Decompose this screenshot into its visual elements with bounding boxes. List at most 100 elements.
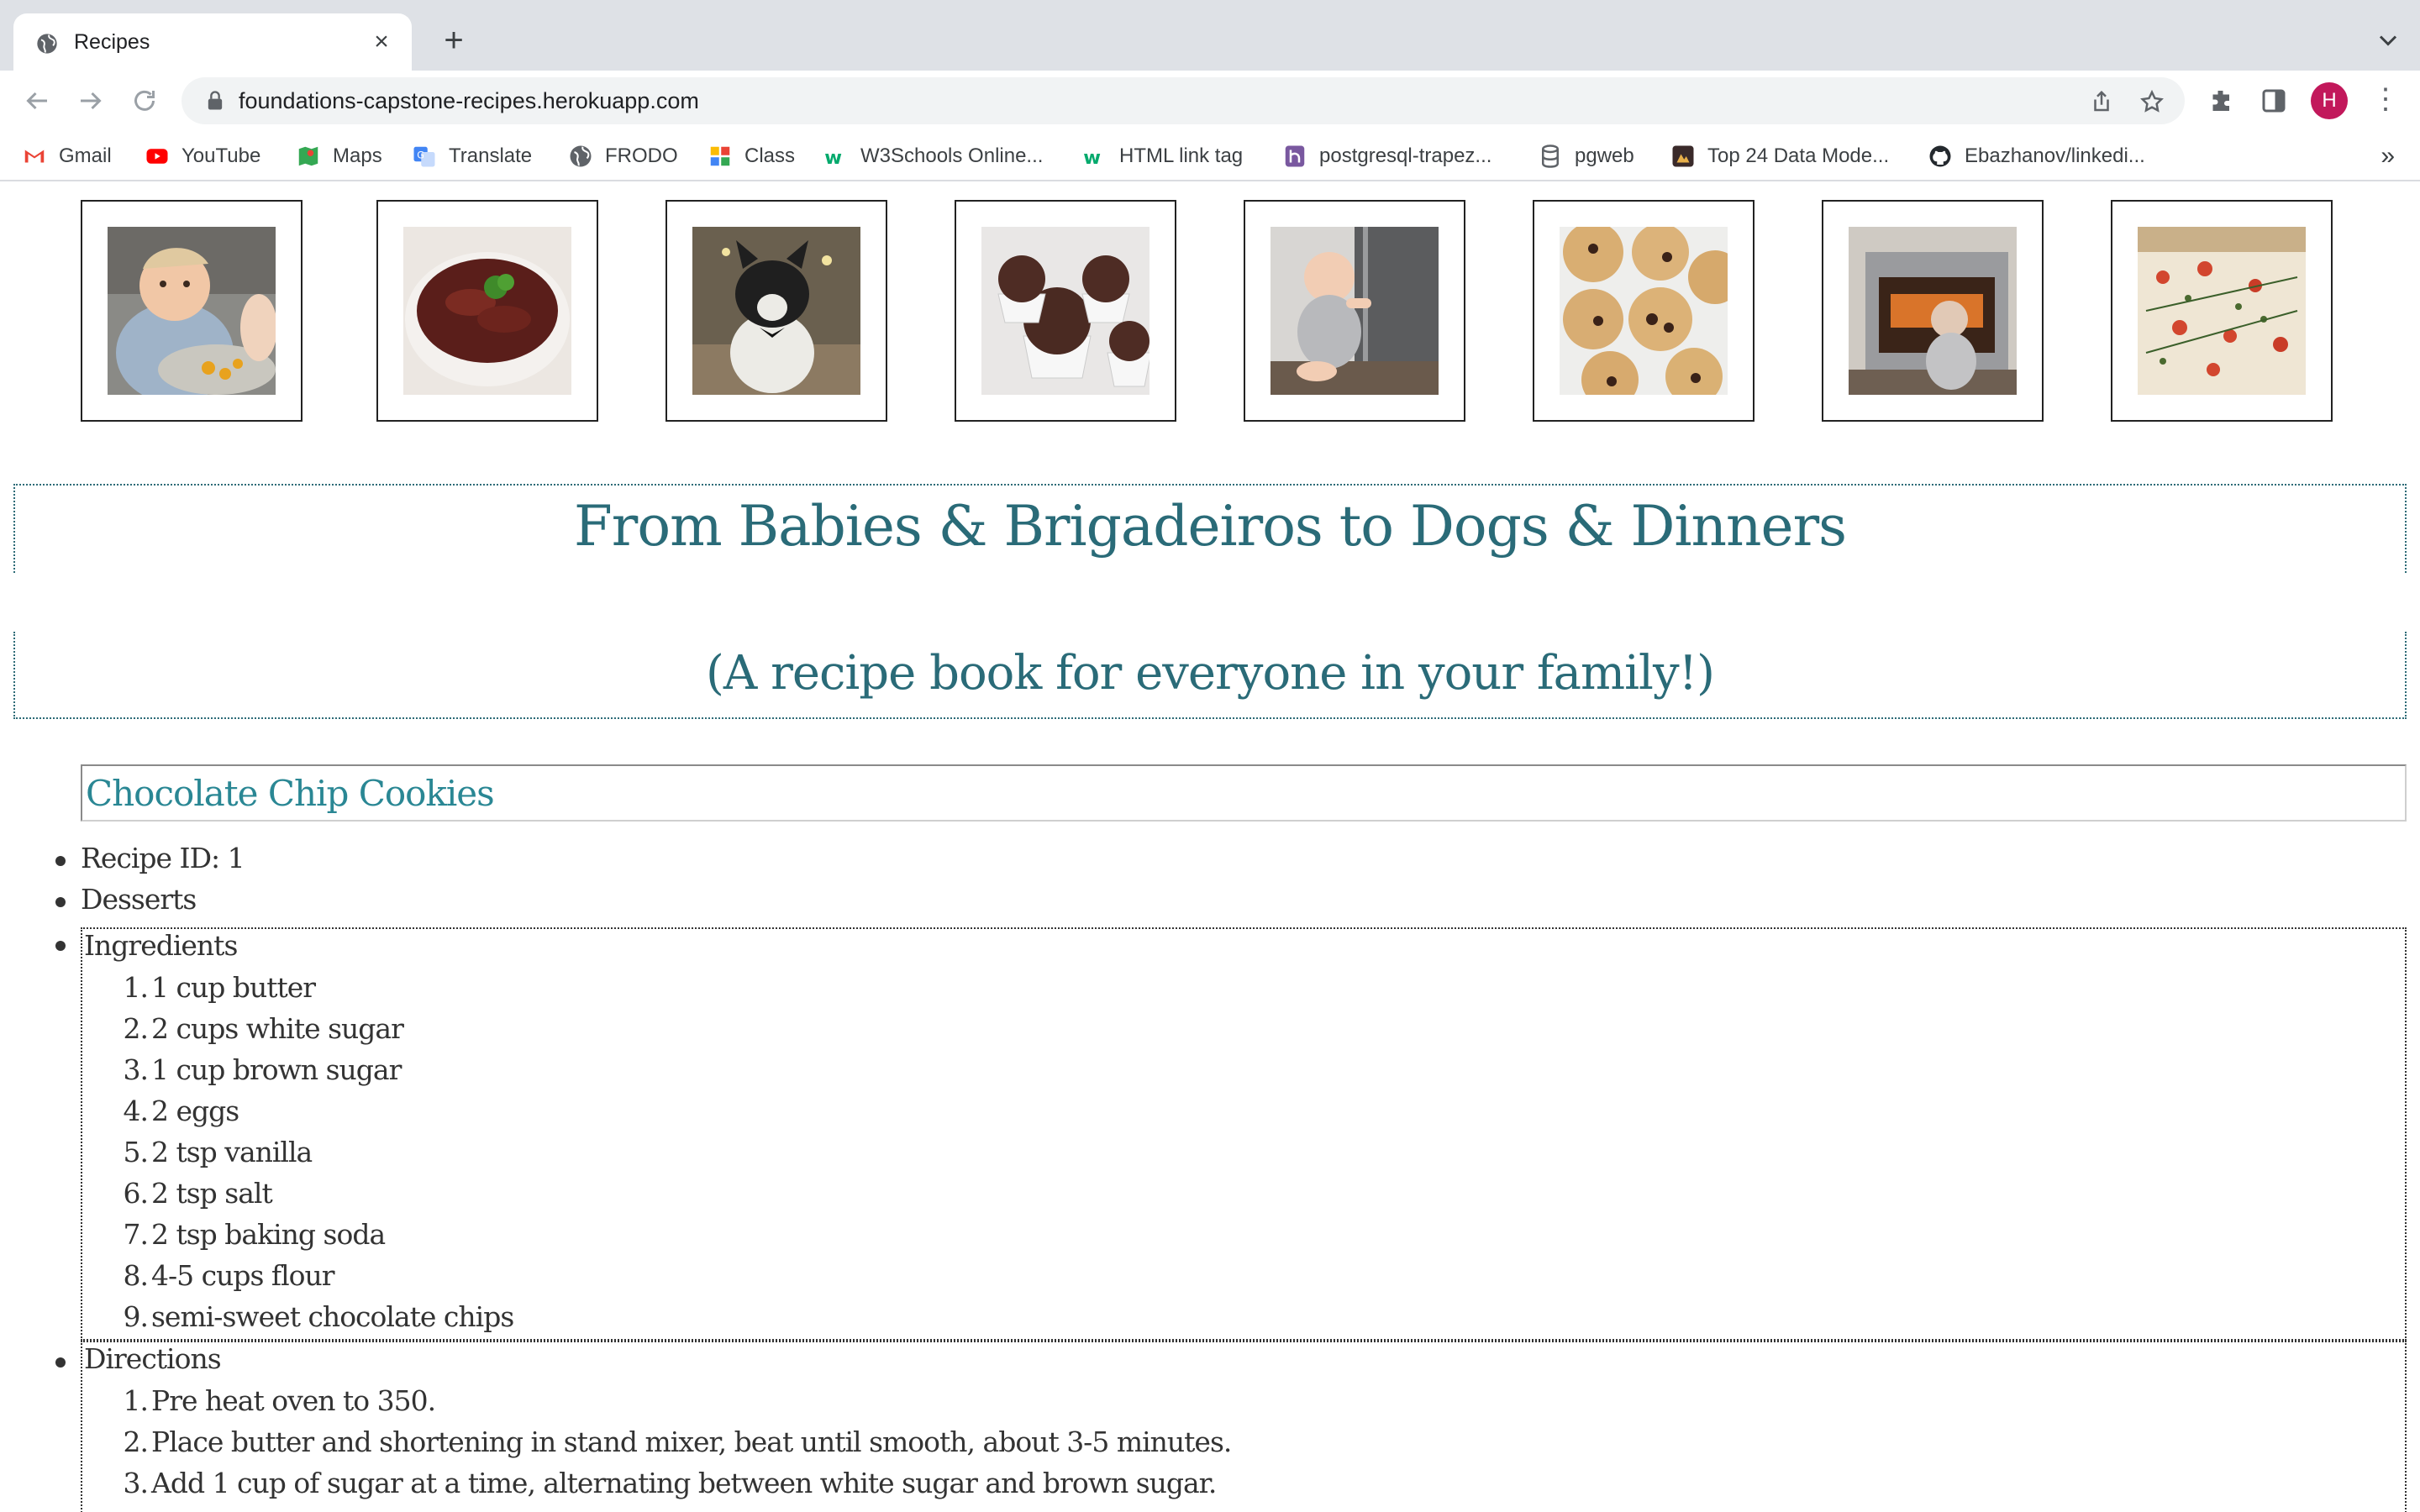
bookmark-class[interactable]: Class: [708, 141, 795, 171]
ingredient-item: 3. 1 cup brown sugar: [123, 1053, 402, 1086]
bookmark-github[interactable]: Ebazhanov/linkedi...: [1928, 141, 2145, 171]
directions-section: Directions 1. Pre heat oven to 350. 2. Pla…: [81, 1341, 2407, 1512]
browser-chrome: Recipes × + foundations-capstone-recipes…: [0, 0, 2420, 181]
maps-icon: [298, 146, 318, 166]
bookmark-label: pgweb: [1575, 144, 1634, 167]
gallery-frame: [955, 200, 1176, 422]
dog-photo: [692, 227, 860, 395]
class-icon: [710, 146, 730, 166]
back-arrow-icon[interactable]: [22, 86, 52, 116]
direction-step: 2. Place butter and shortening in stand m…: [123, 1425, 1233, 1458]
baby-eating-photo: [108, 227, 276, 395]
flatbread-pizza-photo: [2138, 227, 2306, 395]
ingredient-item: 5. 2 tsp vanilla: [123, 1136, 313, 1168]
bookmark-label: Top 24 Data Mode...: [1707, 144, 1890, 167]
tab-strip: Recipes × +: [0, 0, 2420, 71]
globe-icon: [37, 34, 57, 54]
bullet: [55, 897, 66, 907]
tab-recipes[interactable]: Recipes ×: [13, 13, 412, 71]
gallery-frame: [81, 200, 302, 422]
page-content: From Babies & Brigadeiros to Dogs & Dinn…: [0, 181, 2420, 1512]
svg-text:w: w: [1083, 147, 1101, 169]
bullet: [55, 1357, 66, 1368]
bookmark-label: postgresql-trapez...: [1319, 144, 1492, 167]
share-icon[interactable]: [2089, 89, 2114, 114]
extensions-puzzle-icon[interactable]: [2207, 86, 2237, 116]
bookmark-label: FRODO: [605, 144, 678, 167]
ingredient-item: 8. 4-5 cups flour: [123, 1259, 335, 1292]
direction-step: 1. Pre heat oven to 350.: [123, 1384, 437, 1417]
bookmark-html-link-tag[interactable]: w HTML link tag: [1082, 141, 1243, 171]
bookmark-label: Gmail: [59, 144, 112, 167]
forward-arrow-icon[interactable]: [76, 86, 106, 116]
bookmark-youtube[interactable]: YouTube: [145, 141, 260, 171]
gmail-icon: [24, 150, 45, 163]
chevron-down-icon[interactable]: [2373, 25, 2403, 55]
site-icon: [1672, 145, 1694, 167]
more-menu-icon[interactable]: ⋮: [2371, 84, 2400, 118]
lock-icon[interactable]: [203, 89, 227, 113]
globe-icon: [570, 145, 592, 167]
github-icon: [1929, 145, 1951, 167]
close-tab-icon[interactable]: ×: [370, 29, 393, 55]
baby-oven-photo: [1849, 227, 2017, 395]
database-icon: [1542, 144, 1559, 168]
bookmark-gmail[interactable]: Gmail: [22, 141, 112, 171]
bookmark-top-24-data[interactable]: Top 24 Data Mode...: [1670, 141, 1889, 171]
hero-title-box: From Babies & Brigadeiros to Dogs & Dinn…: [13, 484, 2407, 573]
brigadeiros-photo: [981, 227, 1150, 395]
bullet: [55, 941, 66, 951]
w3schools-icon: w: [1083, 147, 1101, 169]
youtube-icon: [146, 149, 168, 164]
bookmark-pgweb[interactable]: pgweb: [1538, 141, 1634, 171]
gallery-frame: [666, 200, 887, 422]
cookies-photo: [1560, 227, 1728, 395]
bookmark-label: Maps: [333, 144, 382, 167]
heroku-icon: [1285, 145, 1305, 167]
bookmarks-bar: Gmail YouTube Maps G Translate FRODO Cla…: [0, 131, 2420, 181]
photo-gallery: [81, 200, 2349, 422]
ingredient-item: 2. 2 cups white sugar: [123, 1012, 404, 1045]
beans-bowl-photo: [403, 227, 571, 395]
recipe-title: Chocolate Chip Cookies: [86, 773, 495, 814]
direction-step: 3. Add 1 cup of sugar at a time, alternat…: [123, 1467, 1218, 1499]
bookmark-label: W3Schools Online...: [860, 144, 1044, 167]
tab-title: Recipes: [74, 30, 150, 54]
translate-icon: G: [413, 146, 435, 167]
gallery-frame: [1533, 200, 1754, 422]
ingredient-item: 4. 2 eggs: [123, 1095, 240, 1127]
bookmark-translate[interactable]: G Translate: [412, 141, 532, 171]
ingredient-item: 9. semi-sweet chocolate chips: [123, 1300, 515, 1333]
bookmark-label: HTML link tag: [1119, 144, 1244, 167]
recipe-category: Desserts: [81, 883, 197, 916]
bookmark-frodo[interactable]: FRODO: [568, 141, 678, 171]
profile-avatar[interactable]: H: [2311, 82, 2348, 119]
bookmarks-overflow-icon[interactable]: »: [2381, 141, 2395, 171]
directions-label: Directions: [84, 1342, 222, 1375]
ingredients-section: Ingredients 1. 1 cup butter 2. 2 cups whit…: [81, 927, 2407, 1341]
bookmark-label: Class: [744, 144, 796, 167]
hero-subtitle-box: (A recipe book for everyone in your fami…: [13, 632, 2407, 719]
ingredient-item: 6. 2 tsp salt: [123, 1177, 273, 1210]
gallery-frame: [1244, 200, 1465, 422]
new-tab-icon[interactable]: +: [437, 24, 471, 59]
side-panel-icon[interactable]: [2259, 86, 2289, 116]
bookmark-label: YouTube: [182, 144, 261, 167]
svg-text:w: w: [824, 147, 842, 169]
bookmark-w3schools[interactable]: w W3Schools Online...: [823, 141, 1043, 171]
address-bar[interactable]: foundations-capstone-recipes.herokuapp.c…: [182, 77, 2185, 124]
svg-text:G: G: [417, 150, 424, 161]
recipe-id: Recipe ID: 1: [81, 842, 245, 874]
page-title: From Babies & Brigadeiros to Dogs & Dinn…: [573, 494, 1847, 559]
page-subtitle: (A recipe book for everyone in your fami…: [706, 646, 1715, 701]
recipe-title-box: Chocolate Chip Cookies: [81, 764, 2407, 822]
ingredient-item: 7. 2 tsp baking soda: [123, 1218, 387, 1251]
gallery-frame: [1822, 200, 2044, 422]
bookmark-label: Ebazhanov/linkedi...: [1965, 144, 2145, 167]
toolbar: foundations-capstone-recipes.herokuapp.c…: [0, 71, 2420, 131]
star-icon[interactable]: [2139, 89, 2165, 114]
bookmark-maps[interactable]: Maps: [296, 141, 382, 171]
bookmark-postgresql[interactable]: postgresql-trapez...: [1282, 141, 1491, 171]
url-text[interactable]: foundations-capstone-recipes.herokuapp.c…: [239, 87, 699, 114]
reload-icon[interactable]: [129, 86, 160, 116]
